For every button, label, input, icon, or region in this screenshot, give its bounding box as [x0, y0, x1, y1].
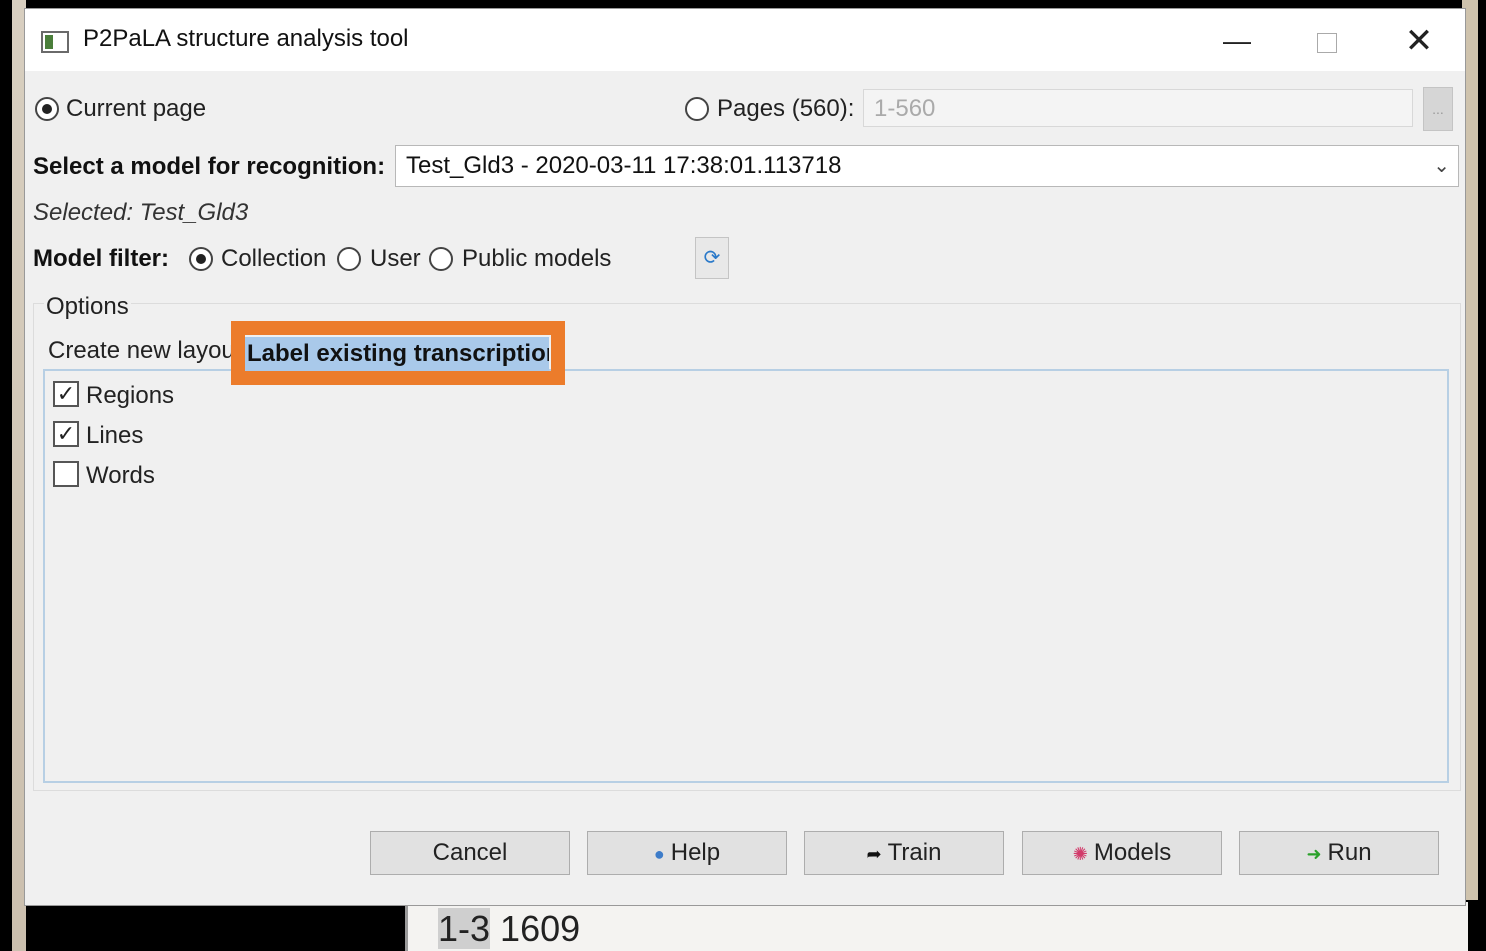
p2pala-dialog: P2PaLA structure analysis tool — ✕ Curre… [24, 8, 1466, 906]
pages-radio[interactable] [685, 97, 709, 121]
background-year-text: 1609 [500, 908, 581, 949]
tab-label-existing-transcription[interactable]: Label existing transcription [243, 337, 549, 371]
model-dropdown-value: Test_Gld3 - 2020-03-11 17:38:01.113718 [406, 152, 842, 179]
refresh-icon: ⟳ [703, 247, 721, 269]
words-label: Words [86, 462, 155, 489]
model-filter-label: Model filter: [33, 245, 169, 272]
cancel-button-label: Cancel [432, 839, 508, 866]
lines-label: Lines [86, 422, 144, 449]
pages-label: Pages (560): [717, 95, 855, 122]
models-button-label: Models [1093, 839, 1172, 866]
pages-browse-button[interactable]: ... [1423, 87, 1453, 131]
run-button-label: Run [1327, 839, 1372, 866]
train-icon: ➦ [866, 844, 882, 864]
pages-range-input[interactable]: 1-560 [863, 89, 1413, 127]
run-button[interactable]: ➜ Run [1239, 831, 1439, 875]
filter-user-label: User [370, 245, 421, 272]
filter-user-radio[interactable] [337, 247, 361, 271]
regions-checkbox[interactable]: ✓ [53, 381, 79, 407]
filter-public-radio[interactable] [429, 247, 453, 271]
model-select-label: Select a model for recognition: [33, 153, 386, 180]
help-icon: ● [653, 844, 665, 864]
refresh-button[interactable]: ⟳ [695, 237, 729, 279]
models-button[interactable]: ✺ Models [1022, 831, 1222, 875]
minimize-button[interactable]: — [1207, 15, 1267, 67]
words-checkbox[interactable] [53, 461, 79, 487]
tab-panel [43, 369, 1449, 783]
filter-collection-radio[interactable] [189, 247, 213, 271]
regions-label: Regions [86, 382, 175, 409]
options-group-label: Options [44, 293, 131, 321]
title-bar: P2PaLA structure analysis tool — ✕ [25, 9, 1465, 71]
train-button-label: Train [887, 839, 942, 866]
close-button[interactable]: ✕ [1389, 15, 1449, 67]
maximize-icon [1317, 32, 1337, 53]
maximize-button[interactable] [1297, 15, 1357, 67]
cancel-button[interactable]: Cancel [370, 831, 570, 875]
current-page-radio[interactable] [35, 97, 59, 121]
tab-create-new-layout[interactable]: Create new layout [48, 337, 238, 365]
window-title: P2PaLA structure analysis tool [83, 25, 409, 52]
run-arrow-icon: ➜ [1306, 844, 1322, 864]
filter-collection-label: Collection [221, 245, 327, 272]
chevron-down-icon: ⌄ [1433, 155, 1450, 177]
models-icon: ✺ [1072, 844, 1088, 864]
app-icon [41, 31, 69, 53]
current-page-label: Current page [66, 95, 207, 122]
filter-public-label: Public models [462, 245, 612, 272]
selected-model-info: Selected: Test_Gld3 [33, 199, 249, 226]
train-button[interactable]: ➦ Train [804, 831, 1004, 875]
help-button-label: Help [670, 839, 721, 866]
background-highlight-text: 1-3 [438, 908, 491, 949]
background-page-text: 1-3 1609 [438, 908, 580, 950]
model-dropdown[interactable]: Test_Gld3 - 2020-03-11 17:38:01.113718 ⌄ [395, 145, 1459, 187]
lines-checkbox[interactable]: ✓ [53, 421, 79, 447]
help-button[interactable]: ● Help [587, 831, 787, 875]
